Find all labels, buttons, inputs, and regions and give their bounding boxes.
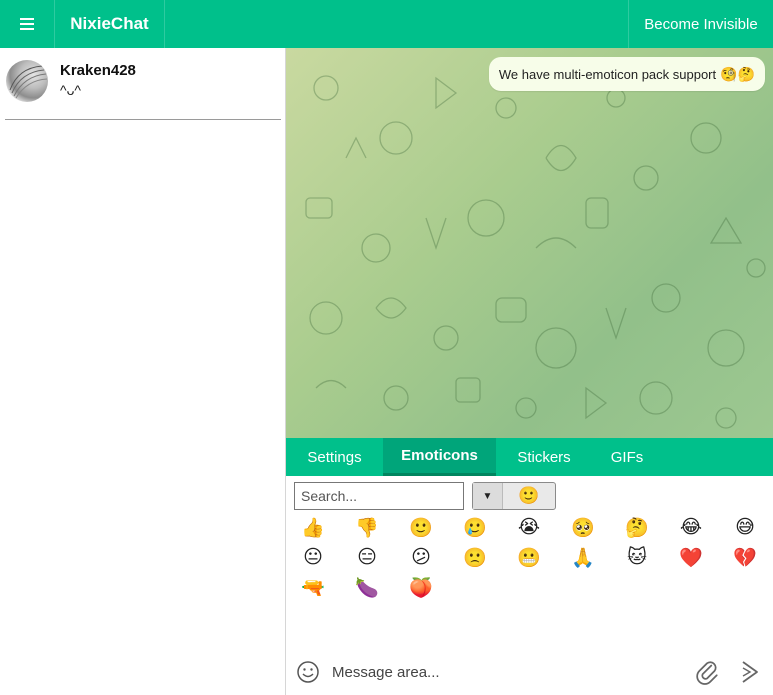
- brand-title[interactable]: NixieChat: [55, 0, 165, 48]
- message-emojis: 🧐🤔: [720, 65, 755, 82]
- avatar: [6, 60, 48, 102]
- emoticon-item[interactable]: 😑: [340, 542, 394, 572]
- emoticon-item[interactable]: 😅: [718, 512, 772, 542]
- contact-name: Kraken428: [60, 62, 136, 79]
- contact-status: ^ᴗ^: [60, 82, 81, 98]
- send-icon[interactable]: [738, 659, 762, 685]
- tab-stickers[interactable]: Stickers: [496, 438, 592, 476]
- emoticon-item[interactable]: 😭: [502, 512, 556, 542]
- emoticon-item[interactable]: 🐱: [610, 542, 664, 572]
- emoticon-item[interactable]: 👎: [340, 512, 394, 542]
- hamburger-icon: [20, 18, 34, 30]
- contact-item[interactable]: Kraken428 ^ᴗ^: [5, 58, 281, 120]
- emoticon-panel: ▼ 🙂 👍👎🙂🥲😭🥺🤔😂😅😐😑😕🙁😬🙏🐱❤️💔🔫🍆🍑: [286, 476, 773, 648]
- message-bubble[interactable]: We have multi-emoticon pack support 🧐🤔: [488, 57, 765, 91]
- chat-area: We have multi-emoticon pack support 🧐🤔: [286, 48, 773, 438]
- emoticon-item[interactable]: 🤔: [610, 512, 664, 542]
- emoticon-item[interactable]: 😐: [286, 542, 340, 572]
- emoticon-item[interactable]: 🥺: [556, 512, 610, 542]
- emoticon-item[interactable]: 😕: [394, 542, 448, 572]
- emoticon-grid: 👍 👎 🙂 🥲 😭 🥺 🤔 😂 😅 😐 😑 😕 🙁 😬 🙏 🐱 ❤️ 💔 🔫 🍆 🍑: [286, 512, 773, 602]
- emoticon-item[interactable]: 😂: [664, 512, 718, 542]
- emoticon-item[interactable]: 🔫: [286, 572, 340, 602]
- emoticon-item[interactable]: 🥲: [448, 512, 502, 542]
- compose-bar: [286, 648, 773, 695]
- paperclip-icon[interactable]: [694, 659, 720, 685]
- emoticon-item[interactable]: 🙂: [394, 512, 448, 542]
- emoticon-item[interactable]: 👍: [286, 512, 340, 542]
- top-bar: NixieChat Become Invisible: [0, 0, 773, 48]
- doodle-pattern: [305, 75, 766, 429]
- emoticon-item[interactable]: 🍑: [394, 572, 448, 602]
- emoticon-item[interactable]: 💔: [718, 542, 772, 572]
- emoticon-item[interactable]: 🍆: [340, 572, 394, 602]
- emoticon-item[interactable]: ❤️: [664, 542, 718, 572]
- tab-gifs[interactable]: GIFs: [592, 438, 662, 476]
- emoticon-item[interactable]: 🙁: [448, 542, 502, 572]
- panel-tabs: Settings Emoticons Stickers GIFs: [286, 438, 773, 476]
- emoticon-item[interactable]: 😬: [502, 542, 556, 572]
- selected-pack-icon: 🙂: [518, 486, 540, 505]
- emoticon-search-input[interactable]: [294, 482, 464, 510]
- become-invisible-button[interactable]: Become Invisible: [628, 0, 773, 48]
- message-input[interactable]: [332, 658, 672, 686]
- emoticon-pack-select[interactable]: ▼ 🙂: [472, 482, 556, 510]
- contacts-sidebar: Kraken428 ^ᴗ^: [0, 48, 286, 695]
- emoticon-item[interactable]: 🙏: [556, 542, 610, 572]
- tab-settings[interactable]: Settings: [286, 438, 383, 476]
- menu-button[interactable]: [0, 0, 55, 48]
- tab-emoticons[interactable]: Emoticons: [383, 438, 496, 476]
- message-text: We have multi-emoticon pack support: [498, 66, 717, 82]
- smiley-icon[interactable]: [296, 660, 320, 684]
- chevron-down-icon[interactable]: ▼: [473, 483, 503, 509]
